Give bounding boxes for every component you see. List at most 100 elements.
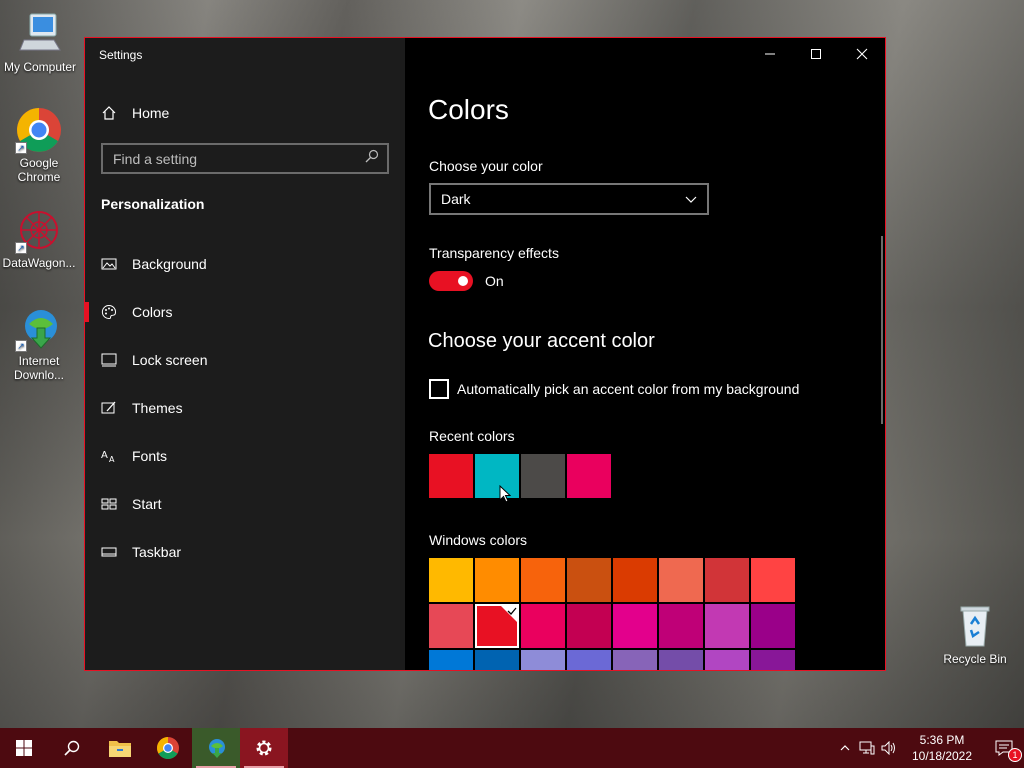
taskbar-search-button[interactable] bbox=[48, 728, 96, 768]
accent-color-heading: Choose your accent color bbox=[428, 330, 655, 352]
page-title: Colors bbox=[428, 94, 509, 125]
windows-color-swatch[interactable] bbox=[659, 604, 703, 648]
taskbar-idm[interactable] bbox=[192, 728, 240, 768]
sidebar-item-label: Fonts bbox=[132, 448, 168, 464]
action-center-button[interactable]: 1 bbox=[984, 728, 1024, 768]
sidebar-item-taskbar[interactable]: Taskbar bbox=[85, 528, 405, 576]
clock-time: 5:36 PM bbox=[919, 733, 965, 747]
settings-content: Colors Choose your color Dark Transparen… bbox=[405, 38, 885, 670]
desktop-icon-recycle-bin[interactable]: Recycle Bin bbox=[935, 602, 1015, 666]
recent-color-swatch[interactable] bbox=[521, 454, 565, 498]
windows-colors-label: Windows colors bbox=[429, 532, 528, 548]
palette-icon bbox=[101, 304, 117, 320]
windows-color-swatch[interactable] bbox=[751, 604, 795, 648]
settings-window: Settings Home Personalization Background bbox=[84, 37, 886, 671]
windows-color-swatch[interactable] bbox=[751, 650, 795, 670]
recent-colors-label: Recent colors bbox=[429, 428, 515, 444]
windows-color-swatch[interactable] bbox=[705, 558, 749, 602]
windows-color-swatch[interactable] bbox=[613, 604, 657, 648]
windows-color-swatch[interactable] bbox=[429, 558, 473, 602]
recent-color-swatch[interactable] bbox=[475, 454, 519, 498]
sidebar-item-label: Background bbox=[132, 256, 207, 272]
desktop-icon-my-computer[interactable]: My Computer bbox=[0, 10, 80, 74]
taskbar-chrome[interactable] bbox=[144, 728, 192, 768]
recent-color-swatch[interactable] bbox=[429, 454, 473, 498]
start-button[interactable] bbox=[0, 728, 48, 768]
windows-color-swatch[interactable] bbox=[705, 650, 749, 670]
notification-badge: 1 bbox=[1008, 748, 1022, 762]
windows-color-swatch[interactable] bbox=[567, 650, 611, 670]
system-tray: 5:36 PM 10/18/2022 1 bbox=[834, 728, 1024, 768]
search-box[interactable] bbox=[101, 143, 389, 174]
transparency-toggle-row: On bbox=[429, 271, 504, 291]
windows-color-swatch[interactable] bbox=[429, 650, 473, 670]
sidebar-item-lock-screen[interactable]: Lock screen bbox=[85, 336, 405, 384]
windows-color-swatch[interactable] bbox=[475, 604, 519, 648]
content-scrollbar[interactable] bbox=[881, 236, 883, 424]
desktop-icon-google-chrome[interactable]: ↗ Google Chrome bbox=[0, 106, 79, 184]
sidebar-item-fonts[interactable]: AA Fonts bbox=[85, 432, 405, 480]
windows-color-swatch[interactable] bbox=[751, 558, 795, 602]
taskbar-settings[interactable] bbox=[240, 728, 288, 768]
sidebar-item-label: Colors bbox=[132, 304, 173, 320]
desktop-icon-label: Internet Downlo... bbox=[13, 354, 65, 382]
network-button[interactable] bbox=[856, 728, 878, 768]
windows-color-swatch[interactable] bbox=[659, 558, 703, 602]
desktop-icon-label: My Computer bbox=[3, 60, 77, 74]
windows-start-icon bbox=[16, 740, 32, 756]
windows-color-swatch[interactable] bbox=[475, 558, 519, 602]
home-icon bbox=[101, 105, 117, 121]
section-heading: Personalization bbox=[101, 196, 205, 212]
chevron-down-icon bbox=[685, 191, 697, 207]
sidebar-item-colors[interactable]: Colors bbox=[85, 288, 405, 336]
start-icon bbox=[101, 496, 117, 512]
transparency-toggle[interactable] bbox=[429, 271, 473, 291]
windows-color-swatch[interactable] bbox=[521, 650, 565, 670]
windows-color-swatch[interactable] bbox=[429, 604, 473, 648]
windows-color-swatch[interactable] bbox=[705, 604, 749, 648]
auto-pick-checkbox[interactable] bbox=[429, 379, 449, 399]
windows-color-swatch[interactable] bbox=[567, 604, 611, 648]
windows-color-swatch[interactable] bbox=[659, 650, 703, 670]
nav-home[interactable]: Home bbox=[101, 101, 169, 125]
chevron-up-icon bbox=[840, 745, 850, 751]
taskbar-file-explorer[interactable] bbox=[96, 728, 144, 768]
shortcut-arrow-icon: ↗ bbox=[15, 340, 27, 352]
taskbar-icon bbox=[101, 544, 117, 560]
search-icon bbox=[365, 149, 379, 168]
window-title: Settings bbox=[99, 48, 143, 62]
search-input[interactable] bbox=[113, 150, 365, 167]
recent-color-swatch[interactable] bbox=[567, 454, 611, 498]
sidebar-item-start[interactable]: Start bbox=[85, 480, 405, 528]
lock-screen-icon bbox=[101, 352, 117, 368]
windows-color-swatch[interactable] bbox=[475, 650, 519, 670]
mouse-cursor-icon bbox=[499, 484, 512, 503]
desktop-icon-internet-download-manager[interactable]: ↗ Internet Downlo... bbox=[0, 304, 79, 382]
windows-color-swatch[interactable] bbox=[521, 604, 565, 648]
search-icon bbox=[64, 740, 80, 756]
windows-color-swatch[interactable] bbox=[613, 650, 657, 670]
desktop-icon-datawagon[interactable]: ↗ DataWagon... bbox=[0, 206, 79, 270]
taskbar-clock[interactable]: 5:36 PM 10/18/2022 bbox=[906, 732, 978, 764]
auto-pick-label: Automatically pick an accent color from … bbox=[457, 381, 800, 397]
sidebar-item-background[interactable]: Background bbox=[85, 240, 405, 288]
show-hidden-icons-button[interactable] bbox=[834, 728, 856, 768]
checkmark-icon bbox=[499, 604, 519, 624]
desktop-icon-label: Recycle Bin bbox=[943, 652, 1007, 666]
windows-color-swatch[interactable] bbox=[613, 558, 657, 602]
choose-color-dropdown[interactable]: Dark bbox=[429, 183, 709, 215]
windows-color-swatch[interactable] bbox=[521, 558, 565, 602]
windows-color-swatch[interactable] bbox=[567, 558, 611, 602]
idm-icon: ↗ bbox=[15, 304, 63, 352]
computer-icon bbox=[16, 10, 64, 58]
nav-home-label: Home bbox=[132, 105, 170, 121]
fonts-icon: AA bbox=[101, 448, 117, 464]
choose-color-value: Dark bbox=[441, 191, 471, 207]
volume-button[interactable] bbox=[878, 728, 900, 768]
sidebar-item-label: Start bbox=[132, 496, 162, 512]
sidebar-item-label: Themes bbox=[132, 400, 183, 416]
idm-icon bbox=[209, 739, 225, 758]
themes-icon bbox=[101, 400, 117, 416]
auto-pick-row[interactable]: Automatically pick an accent color from … bbox=[429, 379, 799, 399]
sidebar-item-themes[interactable]: Themes bbox=[85, 384, 405, 432]
